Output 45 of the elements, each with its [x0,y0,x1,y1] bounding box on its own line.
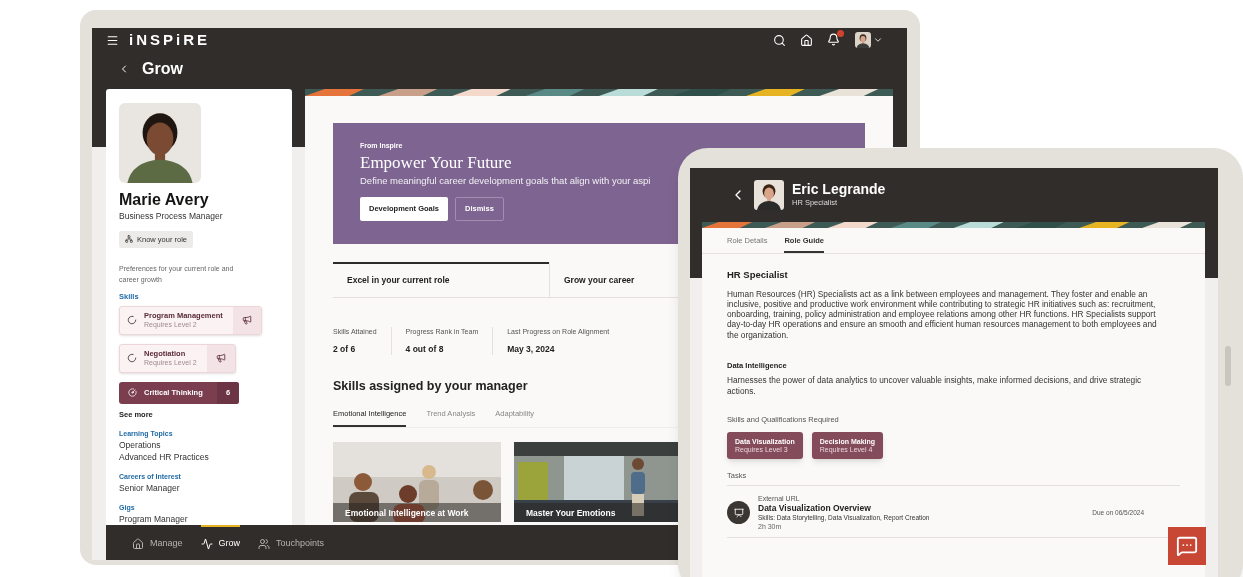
chevron-down-icon[interactable] [873,35,883,45]
scrollbar[interactable] [1225,346,1231,386]
stat-value: 4 out of 8 [405,342,445,356]
megaphone-icon[interactable] [215,353,226,364]
task-icon [727,501,750,525]
course-card[interactable]: Emotional Intelligence at Work [333,442,501,523]
role-title: HR Specialist [727,268,789,283]
section-item: Senior Manager [119,482,181,494]
stat-value: May 3, 2024 [507,342,556,356]
megaphone-icon[interactable] [241,315,252,326]
nav-tab[interactable]: Grow [200,525,241,560]
search-icon[interactable] [773,33,786,47]
spinner-icon [127,353,137,364]
gauge-icon [128,388,137,398]
section-text: Harnesses the power of data analytics to uncover valuable insights, make informed decisions, and drive strategic actions. [727,375,1143,396]
chat-icon [1176,535,1198,557]
chat-button[interactable] [1168,527,1206,565]
nav-tab[interactable]: Manage [132,525,183,560]
course-card[interactable]: Master Your Emotions [514,442,682,523]
course-title: Emotional Intelligence at Work [333,502,501,523]
role-description: Human Resources (HR) Specialists act as a link between employees and management. They foster and enable an inclusive, positive and productive work environment while contributing to strategic HR initiatives such as: recruitment, onboarding, training, policy administration and employee relations among other HR functions. HR Specialists support day-to-day HR operations and ensure an smooth and efficient human resources management to both employees and the organization. [727,288,1158,340]
role-tab[interactable]: Grow your career [549,262,649,297]
banner-text: Define meaningful career development goals that align with your aspi [360,173,651,188]
section-title: Skills assigned by your manager [333,378,528,396]
employee-name: Eric Legrande [792,181,886,198]
role-tab[interactable]: Excel in your current role [333,262,549,297]
network-icon [125,235,133,244]
notifications-icon[interactable] [827,33,841,47]
employee-name: Marie Avery [119,190,210,210]
task-title: Data Visualization Overview [758,503,872,514]
pulse-icon [200,537,213,550]
section-item: Program Manager [119,513,189,525]
stat-value: 2 of 6 [333,342,357,356]
section-item: Operations [119,439,162,451]
banner-title: Empower Your Future [360,151,512,174]
page-title: Grow [142,59,183,79]
nav-tab[interactable]: Touchpoints [258,525,325,560]
job-title: Business Process Manager [119,210,224,223]
section-item: Advanced HR Practices [119,451,210,463]
app-logo[interactable]: iNSPiRE [129,28,210,52]
house-icon [132,537,144,550]
menu-icon[interactable] [106,33,119,47]
home-icon[interactable] [800,33,813,47]
spinner-icon [127,315,137,326]
people-icon [258,537,271,550]
